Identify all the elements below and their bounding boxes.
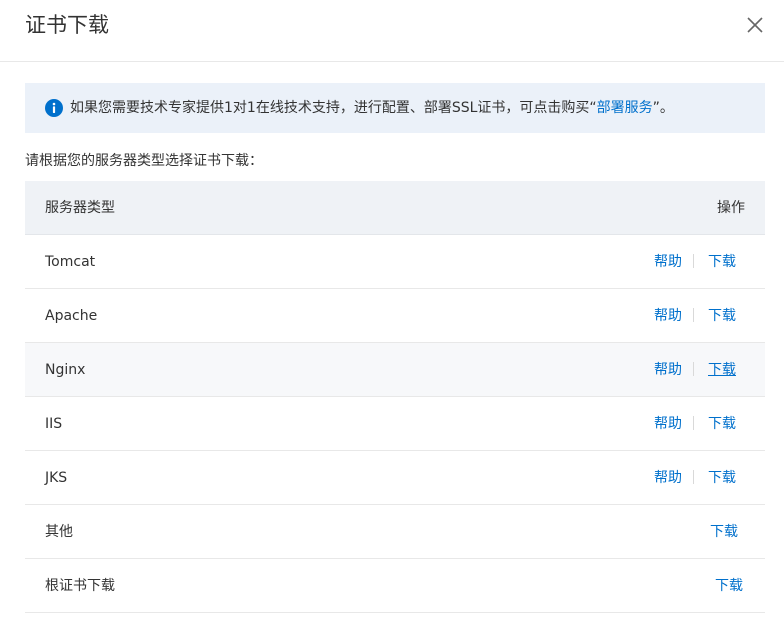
help-link-tomcat[interactable]: 帮助	[654, 254, 682, 270]
notice-text: 如果您需要技术专家提供1对1在线技术支持，进行配置、部署SSL证书，可点击购买“…	[70, 98, 674, 118]
dialog-title: 证书下载	[25, 13, 109, 37]
table-row-iis: IIS 帮助 下载	[25, 397, 765, 451]
deploy-service-link[interactable]: 部署服务	[597, 100, 653, 116]
row-operations: 下载	[715, 576, 743, 596]
help-link-iis[interactable]: 帮助	[654, 416, 682, 432]
help-link-nginx[interactable]: 帮助	[654, 362, 682, 378]
server-name: Tomcat	[45, 254, 96, 270]
divider	[693, 416, 694, 430]
close-icon	[747, 17, 763, 33]
server-name: 根证书下载	[45, 578, 115, 594]
instruction-text: 请根据您的服务器类型选择证书下载：	[25, 153, 263, 169]
row-operations: 帮助 下载	[654, 360, 736, 380]
column-header-server-type: 服务器类型	[45, 200, 115, 216]
row-operations: 帮助 下载	[654, 468, 736, 488]
certificate-download-dialog: 证书下载 如果您需要技术专家提供1对1在线技术支持，进行配置、部署SSL证书，可…	[0, 0, 784, 631]
download-link-apache[interactable]: 下载	[708, 308, 736, 324]
notice-text-suffix: ”。	[652, 100, 674, 116]
close-button[interactable]	[744, 14, 766, 36]
download-link-root-certificate[interactable]: 下载	[715, 578, 743, 594]
table-header: 服务器类型 操作	[25, 181, 765, 235]
table-row-other: 其他 下载	[25, 505, 765, 559]
server-name: Apache	[45, 308, 98, 324]
server-name: Nginx	[45, 362, 86, 378]
download-link-nginx[interactable]: 下载	[708, 362, 736, 378]
divider	[693, 470, 694, 484]
row-operations: 帮助 下载	[654, 252, 736, 272]
dialog-header: 证书下载	[0, 0, 784, 62]
download-link-tomcat[interactable]: 下载	[708, 254, 736, 270]
table-row-tomcat: Tomcat 帮助 下载	[25, 235, 765, 289]
server-type-table: 服务器类型 操作 Tomcat 帮助 下载 Apache 帮助 下载 Nginx 帮…	[25, 181, 765, 613]
notice-banner: 如果您需要技术专家提供1对1在线技术支持，进行配置、部署SSL证书，可点击购买“…	[25, 83, 765, 133]
divider	[693, 308, 694, 322]
divider	[693, 362, 694, 376]
help-link-apache[interactable]: 帮助	[654, 308, 682, 324]
divider	[693, 254, 694, 268]
help-link-jks[interactable]: 帮助	[654, 470, 682, 486]
download-link-iis[interactable]: 下载	[708, 416, 736, 432]
row-operations: 帮助 下载	[654, 414, 736, 434]
row-operations: 下载	[710, 522, 738, 542]
column-header-operation: 操作	[717, 200, 745, 216]
table-row-jks: JKS 帮助 下载	[25, 451, 765, 505]
notice-text-prefix: 如果您需要技术专家提供1对1在线技术支持，进行配置、部署SSL证书，可点击购买“	[70, 100, 597, 116]
row-operations: 帮助 下载	[654, 306, 736, 326]
table-row-nginx: Nginx 帮助 下载	[25, 343, 765, 397]
download-link-other[interactable]: 下载	[710, 524, 738, 540]
table-row-apache: Apache 帮助 下载	[25, 289, 765, 343]
info-icon	[45, 99, 63, 117]
server-name: JKS	[45, 470, 68, 486]
download-link-jks[interactable]: 下载	[708, 470, 736, 486]
server-name: IIS	[45, 416, 63, 432]
server-name: 其他	[45, 524, 73, 540]
table-row-root-certificate: 根证书下载 下载	[25, 559, 765, 613]
